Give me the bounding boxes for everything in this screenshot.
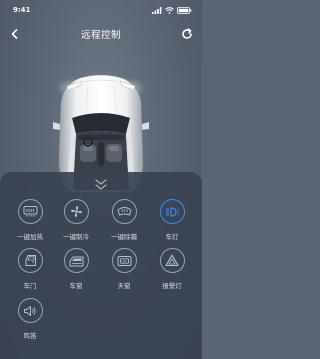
nav-bar: 远程控制 — [0, 22, 202, 46]
battery-icon — [177, 6, 192, 14]
light-label: 车灯 — [165, 233, 179, 241]
light-button[interactable]: 车灯 — [149, 199, 195, 241]
hazard-button[interactable]: 报警灯 — [149, 248, 195, 290]
hazard-button-circle — [159, 248, 185, 273]
cool-button-circle — [63, 199, 89, 224]
door-button-circle — [17, 248, 43, 273]
horn-label: 鸣笛 — [23, 332, 37, 340]
refresh-icon[interactable] — [180, 27, 194, 41]
cool-button[interactable]: 一键制冷 — [53, 199, 99, 241]
light-button-circle — [159, 199, 185, 224]
signal-icon — [152, 6, 162, 14]
horn-button-circle — [17, 298, 43, 323]
sunroof-button-circle — [111, 248, 137, 273]
heater-icon — [23, 206, 37, 217]
headlight-icon — [165, 206, 179, 217]
status-bar: 9:41 — [0, 0, 202, 20]
door-label: 车门 — [23, 282, 37, 290]
window-label: 车窗 — [69, 282, 83, 290]
sunroof-button[interactable]: 天窗 — [101, 248, 147, 290]
window-button-circle — [63, 248, 89, 273]
heat-label: 一键加热 — [17, 233, 43, 241]
remote-control-screen: 9:41 远程控制 一键加热 一键制冷 一键除霜 车灯 车门 车窗 天窗 报警灯… — [0, 0, 202, 359]
chevron-down-icon[interactable] — [91, 178, 111, 192]
window-button[interactable]: 车窗 — [53, 248, 99, 290]
car-window-icon — [69, 256, 83, 266]
cool-label: 一键制冷 — [63, 233, 89, 241]
fan-icon — [70, 206, 82, 217]
sunroof-label: 天窗 — [117, 282, 131, 290]
chevron-left-icon[interactable] — [8, 27, 22, 41]
car-door-icon — [25, 255, 36, 266]
status-time: 9:41 — [13, 6, 31, 14]
horn-button[interactable]: 鸣笛 — [7, 298, 53, 340]
status-icons — [152, 6, 192, 14]
hazard-label: 报警灯 — [162, 282, 182, 290]
page-title: 远程控制 — [80, 30, 121, 41]
heat-button[interactable]: 一键加热 — [7, 199, 53, 241]
wifi-icon — [165, 6, 174, 14]
defrost-icon — [116, 207, 132, 216]
door-button[interactable]: 车门 — [7, 248, 53, 290]
defrost-button[interactable]: 一键除霜 — [101, 199, 147, 241]
speaker-icon — [24, 305, 36, 316]
sunroof-icon — [117, 255, 131, 266]
heat-button-circle — [17, 199, 43, 224]
defrost-label: 一键除霜 — [111, 233, 137, 241]
hazard-light-icon — [165, 254, 179, 267]
defrost-button-circle — [111, 199, 137, 224]
